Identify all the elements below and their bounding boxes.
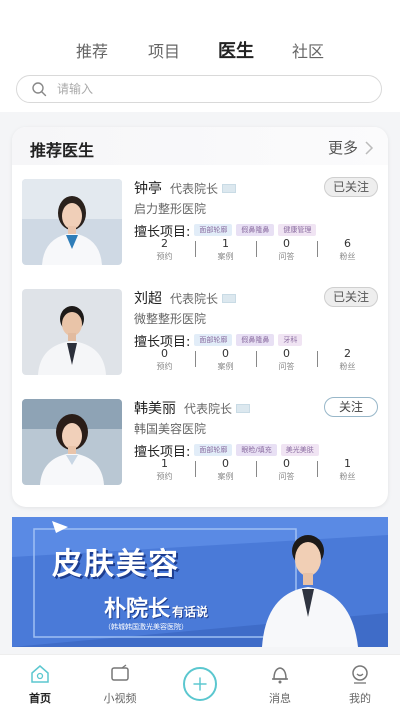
specialty-row: 擅长项目: 面部轮廓 假鼻隆鼻 健康管理	[134, 222, 378, 240]
user-icon	[352, 665, 368, 684]
banner-subtitle: 朴院长 有话说	[104, 597, 209, 622]
nav-add[interactable]	[160, 655, 240, 711]
nav-home[interactable]: 首页	[0, 655, 80, 711]
tab-doctors[interactable]: 医生	[200, 40, 272, 64]
tab-community[interactable]: 社区	[272, 40, 344, 64]
doctor-info: 韩美丽 代表院长 关注 韩国美容医院 擅长项目: 面部轮廓 眼睑/填充 美光美肤	[134, 397, 378, 460]
nav-label: 消息	[269, 692, 291, 705]
search-input[interactable]	[57, 82, 357, 96]
follow-button[interactable]: 已关注	[324, 177, 378, 197]
more-label: 更多	[327, 139, 358, 157]
specialty-tag: 牙科	[278, 334, 303, 346]
specialty-row: 擅长项目: 面部轮廓 眼睑/填充 美光美肤	[134, 442, 378, 460]
nav-messages[interactable]: 消息	[240, 655, 320, 711]
stat-appointments: 2 预约	[156, 237, 173, 261]
stat-qa: 0 问答	[256, 457, 317, 489]
specialty-tag: 健康管理	[278, 224, 317, 236]
tab-recommend[interactable]: 推荐	[56, 40, 128, 64]
doctor-title: 代表院长	[170, 291, 219, 306]
search-bar[interactable]	[16, 75, 382, 103]
verified-badge-icon	[222, 183, 237, 193]
doctor-info: 钟亭 代表院长 已关注 启力整形医院 擅长项目: 面部轮廓 假鼻隆鼻 健康管理	[134, 177, 378, 240]
doctor-stats: 1 预约 0 案例 0 问答 1 粉丝	[134, 457, 378, 489]
section-title: 推荐医生	[30, 141, 95, 160]
stat-cases: 1 案例	[195, 237, 256, 269]
specialty-tag: 面部轮廓	[194, 444, 233, 456]
stat-fans: 6 粉丝	[317, 237, 378, 269]
follow-button[interactable]: 关注	[324, 397, 378, 417]
card-header: 推荐医生 更多	[12, 127, 388, 165]
nav-label: 小视频	[103, 692, 137, 705]
specialty-tag: 假鼻隆鼻	[236, 334, 275, 346]
doctor-name: 韩美丽	[134, 401, 176, 417]
stat-qa: 0 问答	[256, 237, 317, 269]
specialty-tag: 眼睑/填充	[236, 444, 277, 456]
promo-banner[interactable]: 皮肤美容 朴院长 有话说 （韩城韩国激光美容医院）	[12, 517, 388, 647]
banner-note: （韩城韩国激光美容医院）	[104, 623, 188, 631]
verified-badge-icon	[236, 403, 251, 413]
specialty-tag: 面部轮廓	[194, 224, 233, 236]
stat-fans: 1 粉丝	[317, 457, 378, 489]
home-icon	[31, 665, 49, 683]
nav-profile[interactable]: 我的	[320, 655, 400, 711]
banner-title: 皮肤美容	[52, 547, 180, 582]
nav-label: 首页	[29, 692, 51, 705]
follow-button[interactable]: 已关注	[324, 287, 378, 307]
video-icon	[111, 664, 129, 681]
more-button[interactable]: 更多	[328, 137, 374, 158]
doctor-hospital: 启力整形医院	[134, 202, 207, 216]
bottom-nav: 首页 小视频 消息 我的	[0, 654, 400, 711]
search-icon	[32, 82, 47, 97]
doctor-photo[interactable]	[22, 179, 122, 265]
plus-icon	[193, 677, 207, 691]
doctor-title: 代表院长	[184, 401, 233, 416]
stat-appointments: 0 预约	[156, 347, 173, 371]
nav-videos[interactable]: 小视频	[80, 655, 160, 711]
doctor-hospital: 韩国美容医院	[134, 422, 207, 436]
specialty-row: 擅长项目: 面部轮廓 假鼻隆鼻 牙科	[134, 332, 378, 350]
specialty-tag: 假鼻隆鼻	[236, 224, 275, 236]
recommended-doctors-card: 推荐医生 更多 钟亭 代表院长 已关注 启力整形医院 擅长项目: 面部轮廓 假鼻…	[12, 127, 388, 507]
doctor-stats: 0 预约 0 案例 0 问答 2 粉丝	[134, 347, 378, 379]
top-header: 推荐 项目 医生 社区	[0, 0, 400, 112]
doctor-item[interactable]: 韩美丽 代表院长 关注 韩国美容医院 擅长项目: 面部轮廓 眼睑/填充 美光美肤…	[22, 397, 378, 505]
specialty-tag: 面部轮廓	[194, 334, 233, 346]
stat-appointments: 1 预约	[156, 457, 173, 481]
doctor-title: 代表院长	[170, 181, 219, 196]
stat-fans: 2 粉丝	[317, 347, 378, 379]
doctor-item[interactable]: 钟亭 代表院长 已关注 启力整形医院 擅长项目: 面部轮廓 假鼻隆鼻 健康管理 …	[22, 177, 378, 285]
add-button[interactable]	[183, 667, 217, 701]
doctor-item[interactable]: 刘超 代表院长 已关注 微整整形医院 擅长项目: 面部轮廓 假鼻隆鼻 牙科 0 …	[22, 287, 378, 395]
tab-projects[interactable]: 项目	[128, 40, 200, 64]
doctor-photo[interactable]	[22, 399, 122, 485]
top-tabs: 推荐 项目 医生 社区	[0, 40, 400, 64]
verified-badge-icon	[222, 293, 237, 303]
bell-icon	[272, 667, 288, 684]
stat-cases: 0 案例	[195, 457, 256, 489]
chevron-right-icon	[365, 140, 374, 155]
stat-cases: 0 案例	[195, 347, 256, 379]
nav-label: 我的	[349, 692, 371, 705]
doctor-name: 刘超	[134, 291, 162, 307]
doctor-hospital: 微整整形医院	[134, 312, 207, 326]
doctor-info: 刘超 代表院长 已关注 微整整形医院 擅长项目: 面部轮廓 假鼻隆鼻 牙科	[134, 287, 378, 350]
specialty-tag: 美光美肤	[280, 444, 319, 456]
doctor-name: 钟亭	[134, 181, 162, 197]
doctor-photo[interactable]	[22, 289, 122, 375]
stat-qa: 0 问答	[256, 347, 317, 379]
doctor-stats: 2 预约 1 案例 0 问答 6 粉丝	[134, 237, 378, 269]
